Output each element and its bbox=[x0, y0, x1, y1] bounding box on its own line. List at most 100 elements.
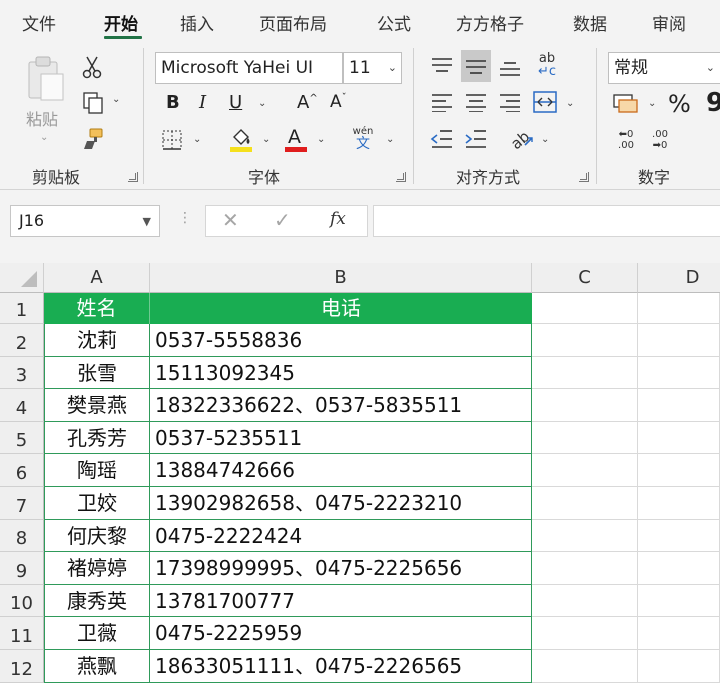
phone-cell[interactable]: 0537-5558836 bbox=[150, 324, 532, 357]
empty-cell[interactable] bbox=[638, 650, 720, 683]
increase-decimal-icon[interactable]: ⬅0.00 bbox=[611, 126, 641, 154]
tab-page-layout[interactable]: 页面布局 bbox=[259, 10, 327, 35]
name-cell[interactable]: 燕飘 bbox=[44, 650, 150, 683]
copy-dropdown-icon[interactable]: ⌄ bbox=[112, 94, 120, 105]
font-color-button[interactable]: A bbox=[283, 124, 309, 154]
name-cell[interactable]: 张雪 bbox=[44, 357, 150, 389]
empty-cell[interactable] bbox=[638, 617, 720, 650]
empty-cell[interactable] bbox=[532, 617, 638, 650]
formula-input[interactable] bbox=[373, 205, 720, 237]
align-middle-icon[interactable] bbox=[461, 50, 491, 82]
align-bottom-icon[interactable] bbox=[497, 54, 523, 78]
name-cell[interactable]: 康秀英 bbox=[44, 585, 150, 617]
orientation-dropdown-icon[interactable]: ⌄ bbox=[541, 134, 549, 145]
enter-icon[interactable]: ✓ bbox=[274, 208, 291, 232]
name-box[interactable]: J16 ▼ bbox=[10, 205, 160, 237]
align-right-icon[interactable] bbox=[497, 90, 523, 114]
align-left-icon[interactable] bbox=[429, 90, 455, 114]
row-header[interactable]: 10 bbox=[0, 585, 44, 617]
empty-cell[interactable] bbox=[638, 552, 720, 585]
accounting-dropdown-icon[interactable]: ⌄ bbox=[648, 98, 656, 109]
column-header-a[interactable]: A bbox=[44, 263, 150, 293]
tab-insert[interactable]: 插入 bbox=[180, 10, 214, 35]
empty-cell[interactable] bbox=[638, 585, 720, 617]
row-header[interactable]: 7 bbox=[0, 487, 44, 520]
phone-cell[interactable]: 13884742666 bbox=[150, 454, 532, 487]
empty-cell[interactable] bbox=[638, 324, 720, 357]
name-cell[interactable]: 陶瑶 bbox=[44, 454, 150, 487]
copy-icon[interactable] bbox=[80, 90, 106, 116]
borders-dropdown-icon[interactable]: ⌄ bbox=[193, 134, 201, 145]
comma-style-button[interactable]: 9 bbox=[706, 88, 720, 118]
header-cell-phone[interactable]: 电话 bbox=[150, 293, 532, 324]
empty-cell[interactable] bbox=[532, 650, 638, 683]
tab-home[interactable]: 开始 bbox=[104, 10, 138, 35]
phone-cell[interactable]: 17398999995、0475-2225656 bbox=[150, 552, 532, 585]
name-cell[interactable]: 卫薇 bbox=[44, 617, 150, 650]
tab-file[interactable]: 文件 bbox=[22, 10, 56, 35]
phone-cell[interactable]: 15113092345 bbox=[150, 357, 532, 389]
merge-center-icon[interactable] bbox=[531, 88, 559, 116]
empty-cell[interactable] bbox=[638, 487, 720, 520]
paste-icon[interactable] bbox=[22, 54, 68, 104]
orientation-icon[interactable]: ab bbox=[507, 124, 535, 152]
tab-review[interactable]: 审阅 bbox=[652, 10, 686, 35]
font-size-select[interactable]: 11 ⌄ bbox=[343, 52, 402, 84]
column-header-d[interactable]: D bbox=[638, 263, 720, 293]
percent-button[interactable]: % bbox=[668, 90, 691, 118]
phonetic-icon[interactable]: wén 文 bbox=[349, 124, 377, 154]
empty-cell[interactable] bbox=[638, 357, 720, 389]
header-cell-name[interactable]: 姓名 bbox=[44, 293, 150, 324]
align-center-icon[interactable] bbox=[463, 90, 489, 114]
number-format-select[interactable]: 常规 ⌄ bbox=[608, 52, 720, 84]
row-header[interactable]: 12 bbox=[0, 650, 44, 683]
increase-font-button[interactable]: A^ bbox=[297, 92, 318, 113]
empty-cell[interactable] bbox=[532, 454, 638, 487]
row-header[interactable]: 8 bbox=[0, 520, 44, 552]
paste-dropdown-icon[interactable]: ⌄ bbox=[40, 132, 48, 143]
underline-button[interactable]: U bbox=[229, 92, 242, 113]
empty-cell[interactable] bbox=[638, 454, 720, 487]
row-header[interactable]: 5 bbox=[0, 422, 44, 454]
empty-cell[interactable] bbox=[638, 389, 720, 422]
empty-cell[interactable] bbox=[532, 520, 638, 552]
format-painter-icon[interactable] bbox=[80, 126, 106, 152]
font-name-select[interactable]: Microsoft YaHei UI bbox=[155, 52, 343, 84]
row-header[interactable]: 4 bbox=[0, 389, 44, 422]
italic-button[interactable]: I bbox=[199, 92, 206, 113]
row-header[interactable]: 6 bbox=[0, 454, 44, 487]
alignment-launcher-icon[interactable] bbox=[579, 172, 589, 182]
phonetic-dropdown-icon[interactable]: ⌄ bbox=[386, 134, 394, 145]
accounting-format-icon[interactable] bbox=[611, 90, 641, 116]
borders-icon[interactable] bbox=[160, 128, 184, 152]
decrease-decimal-icon[interactable]: .00 ➡0 bbox=[645, 126, 675, 154]
formula-bar-grip-icon[interactable]: ⋮ bbox=[178, 210, 192, 226]
name-box-dropdown-icon[interactable]: ▼ bbox=[143, 207, 151, 237]
clipboard-launcher-icon[interactable] bbox=[128, 172, 138, 182]
row-header[interactable]: 2 bbox=[0, 324, 44, 357]
empty-cell[interactable] bbox=[638, 520, 720, 552]
empty-cell[interactable] bbox=[532, 324, 638, 357]
empty-cell[interactable] bbox=[532, 357, 638, 389]
tab-data[interactable]: 数据 bbox=[573, 10, 607, 35]
empty-cell[interactable] bbox=[532, 552, 638, 585]
row-header[interactable]: 11 bbox=[0, 617, 44, 650]
phone-cell[interactable]: 18633051111、0475-2226565 bbox=[150, 650, 532, 683]
decrease-indent-icon[interactable] bbox=[429, 126, 455, 152]
column-header-c[interactable]: C bbox=[532, 263, 638, 293]
bold-button[interactable]: B bbox=[166, 92, 180, 113]
cut-icon[interactable] bbox=[80, 54, 104, 80]
phone-cell[interactable]: 18322336622、0537-5835511 bbox=[150, 389, 532, 422]
tab-formulas[interactable]: 公式 bbox=[377, 10, 411, 35]
row-header[interactable]: 1 bbox=[0, 293, 44, 324]
font-color-dropdown-icon[interactable]: ⌄ bbox=[317, 134, 325, 145]
row-header[interactable]: 3 bbox=[0, 357, 44, 389]
empty-cell[interactable] bbox=[532, 422, 638, 454]
name-cell[interactable]: 卫姣 bbox=[44, 487, 150, 520]
empty-cell[interactable] bbox=[638, 293, 720, 324]
phone-cell[interactable]: 0537-5235511 bbox=[150, 422, 532, 454]
align-top-icon[interactable] bbox=[429, 54, 455, 78]
insert-function-icon[interactable]: fx bbox=[330, 209, 346, 229]
phone-cell[interactable]: 0475-2222424 bbox=[150, 520, 532, 552]
name-cell[interactable]: 樊景燕 bbox=[44, 389, 150, 422]
